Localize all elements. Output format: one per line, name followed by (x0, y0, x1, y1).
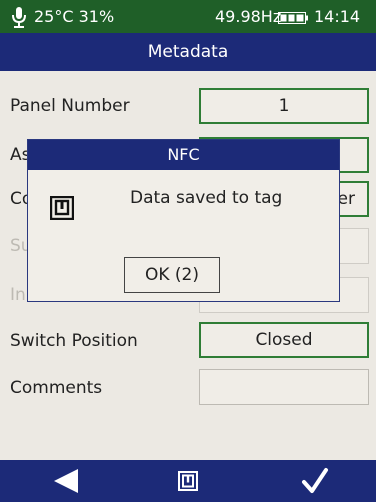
panel-number-field[interactable]: 1 (199, 88, 369, 124)
page-title: Metadata (0, 33, 376, 71)
frequency-text: 49.98Hz (215, 7, 282, 26)
comments-field[interactable] (199, 369, 369, 405)
installation-label: In (10, 285, 26, 305)
battery-icon (278, 12, 308, 24)
bottom-toolbar (0, 460, 376, 502)
checkmark-icon[interactable] (300, 460, 330, 502)
time-text: 14:14 (314, 7, 361, 26)
switch-position-label: Switch Position (10, 331, 138, 351)
temperature-text: 25°C (34, 7, 74, 26)
back-triangle-icon[interactable] (50, 460, 82, 502)
status-bar: 25°C 31% 49.98Hz 14:14 (0, 0, 376, 33)
nfc-tag-icon (50, 196, 74, 220)
humidity-text: 31% (78, 7, 115, 26)
switch-position-field[interactable]: Closed (199, 322, 369, 358)
comments-label: Comments (10, 378, 103, 398)
ok-button[interactable]: OK (2) (124, 257, 220, 293)
temperature-humidity: 25°C 31% (34, 7, 114, 26)
probe-icon (12, 7, 26, 28)
panel-number-label: Panel Number (10, 96, 130, 116)
dialog-message: Data saved to tag (130, 188, 283, 208)
dialog-title: NFC (28, 140, 339, 170)
nfc-icon[interactable] (178, 460, 198, 502)
nfc-dialog: NFC Data saved to tag OK (2) (27, 139, 340, 302)
